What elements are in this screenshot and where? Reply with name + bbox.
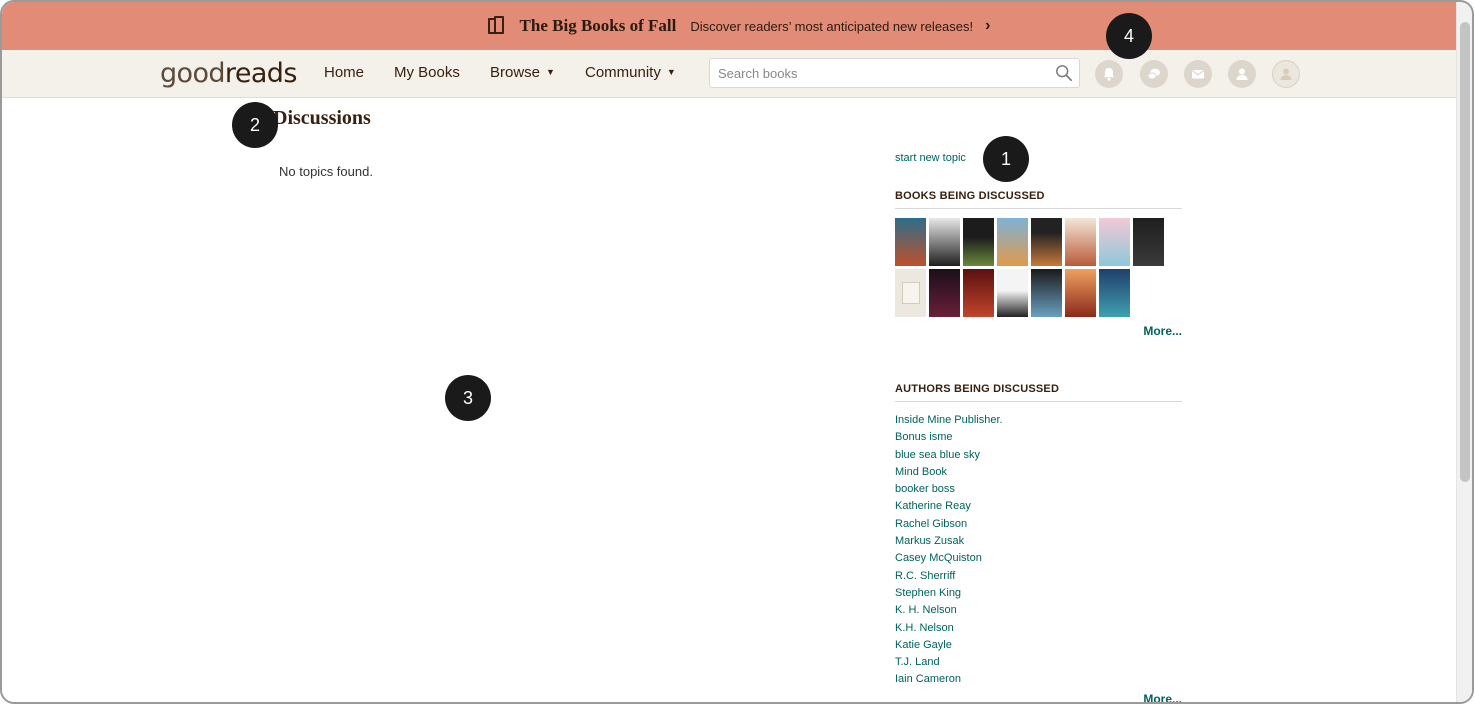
book-cover[interactable] [1065, 269, 1096, 317]
browser-frame: The Big Books of Fall Discover readers’ … [0, 0, 1474, 704]
promo-subtitle: Discover readers’ most anticipated new r… [690, 18, 974, 34]
books-more-link[interactable]: More... [895, 324, 1182, 338]
chevron-right-icon: › [985, 17, 991, 34]
author-link[interactable]: Stephen King [895, 585, 1182, 602]
profile-avatar-button[interactable] [1272, 60, 1300, 88]
book-cover[interactable] [997, 269, 1028, 317]
marker-3: 3 [445, 375, 491, 421]
books-icon [487, 16, 506, 36]
people-icon [1236, 68, 1248, 80]
top-nav: goodreads Home My Books Browse ▼ Communit… [2, 50, 1472, 98]
nav-home[interactable]: Home [324, 64, 364, 81]
caret-down-icon: ▼ [546, 67, 555, 77]
marker-4: 4 [1106, 13, 1152, 59]
author-link[interactable]: Rachel Gibson [895, 516, 1182, 533]
authors-being-discussed-heading: Authors being discussed [895, 383, 1182, 402]
author-link[interactable]: Katherine Reay [895, 498, 1182, 515]
logo-part-reads: reads [224, 58, 297, 89]
caret-down-icon: ▼ [666, 67, 676, 77]
promo-title: The Big Books of Fall [519, 16, 677, 35]
discussions-button[interactable] [1140, 60, 1168, 88]
author-link[interactable]: Iain Cameron [895, 671, 1182, 688]
author-link[interactable]: Bonus isme [895, 429, 1182, 446]
author-link[interactable]: Mind Book [895, 464, 1182, 481]
sidebar: start new topic Books being discussed Mo… [895, 148, 1182, 702]
bell-icon [1103, 68, 1115, 81]
no-topics-message: No topics found. [279, 164, 373, 179]
messages-button[interactable] [1184, 60, 1212, 88]
author-link[interactable]: T.J. Land [895, 654, 1182, 671]
book-cover[interactable] [895, 218, 926, 266]
authors-list: Inside Mine Publisher. Bonus isme blue s… [895, 412, 1182, 689]
nav-browse[interactable]: Browse ▼ [490, 64, 555, 81]
book-cover[interactable] [1099, 269, 1130, 317]
nav-browse-label: Browse [490, 64, 541, 81]
author-link[interactable]: Casey McQuiston [895, 550, 1182, 567]
book-cover[interactable] [1031, 218, 1062, 266]
book-cover[interactable] [1031, 269, 1062, 317]
friends-button[interactable] [1228, 60, 1256, 88]
book-cover[interactable] [929, 218, 960, 266]
book-covers-grid [895, 218, 1165, 317]
avatar-icon [1280, 68, 1292, 80]
book-cover[interactable] [963, 269, 994, 317]
book-cover[interactable] [963, 218, 994, 266]
scrollbar-thumb[interactable] [1460, 22, 1470, 482]
books-being-discussed-heading: Books being discussed [895, 190, 1182, 209]
book-cover[interactable] [1099, 218, 1130, 266]
logo-part-good: good [160, 58, 226, 89]
chat-bubbles-icon [1147, 68, 1160, 80]
goodreads-logo[interactable]: goodreads [160, 58, 297, 89]
author-link[interactable]: K. H. Nelson [895, 602, 1182, 619]
author-link[interactable]: Inside Mine Publisher. [895, 412, 1182, 429]
page-title: Discussions [273, 107, 371, 129]
start-new-topic-link[interactable]: start new topic [895, 152, 966, 164]
promo-banner[interactable]: The Big Books of Fall Discover readers’ … [2, 2, 1472, 50]
goodreads-g-icon [901, 282, 920, 304]
author-link[interactable]: Katie Gayle [895, 637, 1182, 654]
author-link[interactable]: R.C. Sherriff [895, 568, 1182, 585]
book-cover[interactable] [997, 218, 1028, 266]
author-link[interactable]: booker boss [895, 481, 1182, 498]
book-cover[interactable] [1133, 218, 1164, 266]
mail-icon [1192, 70, 1204, 79]
nav-community[interactable]: Community ▼ [585, 64, 676, 81]
vertical-scrollbar[interactable] [1456, 2, 1472, 702]
nav-my-books[interactable]: My Books [394, 64, 460, 81]
author-link[interactable]: Markus Zusak [895, 533, 1182, 550]
authors-more-link[interactable]: More... [895, 692, 1182, 702]
nav-community-label: Community [585, 64, 661, 81]
author-link[interactable]: blue sea blue sky [895, 447, 1182, 464]
book-cover[interactable] [929, 269, 960, 317]
book-cover-placeholder[interactable] [895, 269, 926, 317]
book-cover[interactable] [1065, 218, 1096, 266]
marker-1: 1 [983, 136, 1029, 182]
marker-2: 2 [232, 102, 278, 148]
notifications-button[interactable] [1095, 60, 1123, 88]
search-icon[interactable] [1055, 64, 1073, 82]
search-input[interactable] [710, 59, 1040, 87]
author-link[interactable]: K.H. Nelson [895, 620, 1182, 637]
search-box [709, 58, 1080, 88]
